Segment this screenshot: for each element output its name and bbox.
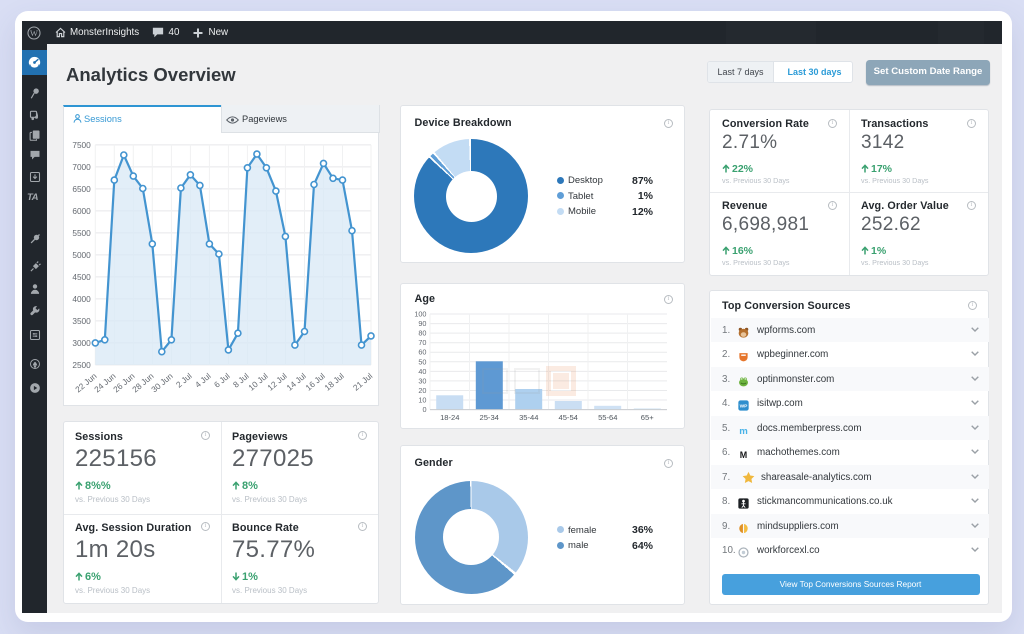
svg-text:21 Jul: 21 Jul xyxy=(351,370,375,392)
svg-text:7500: 7500 xyxy=(72,139,91,149)
svg-text:10: 10 xyxy=(418,396,426,405)
svg-text:10 Jul: 10 Jul xyxy=(246,370,270,392)
svg-text:5500: 5500 xyxy=(72,227,91,237)
svg-text:6000: 6000 xyxy=(72,205,91,215)
svg-text:3500: 3500 xyxy=(72,315,91,325)
svg-text:2500: 2500 xyxy=(72,359,91,369)
svg-text:4 Jul: 4 Jul xyxy=(193,370,213,389)
svg-text:90: 90 xyxy=(418,319,426,328)
svg-text:6 Jul: 6 Jul xyxy=(212,370,232,389)
svg-text:18-24: 18-24 xyxy=(440,413,459,422)
svg-text:35-44: 35-44 xyxy=(519,413,538,422)
svg-text:30: 30 xyxy=(418,376,426,385)
svg-text:7000: 7000 xyxy=(72,161,91,171)
svg-text:M: M xyxy=(740,450,747,460)
svg-text:0: 0 xyxy=(422,405,426,414)
svg-text:16 Jul: 16 Jul xyxy=(303,370,327,392)
svg-text:3000: 3000 xyxy=(72,337,91,347)
svg-text:14 Jul: 14 Jul xyxy=(284,370,308,392)
svg-text:70: 70 xyxy=(418,338,426,347)
svg-text:m: m xyxy=(739,425,748,435)
svg-text:25-34: 25-34 xyxy=(479,413,498,422)
svg-text:30 Jun: 30 Jun xyxy=(149,370,175,394)
svg-text:5000: 5000 xyxy=(72,249,91,259)
svg-text:20: 20 xyxy=(418,386,426,395)
svg-text:4000: 4000 xyxy=(72,293,91,303)
svg-text:50: 50 xyxy=(418,357,426,366)
svg-text:45-54: 45-54 xyxy=(558,413,577,422)
svg-text:60: 60 xyxy=(418,348,426,357)
svg-text:2 Jul: 2 Jul xyxy=(174,370,194,389)
svg-text:W: W xyxy=(30,28,38,37)
svg-text:18 Jul: 18 Jul xyxy=(322,370,346,392)
svg-text:4500: 4500 xyxy=(72,271,91,281)
svg-text:40: 40 xyxy=(418,367,426,376)
svg-text:12 Jul: 12 Jul xyxy=(265,370,289,392)
svg-text:80: 80 xyxy=(418,329,426,338)
svg-text:100: 100 xyxy=(414,310,426,319)
svg-text:65+: 65+ xyxy=(641,413,654,422)
svg-text:55-64: 55-64 xyxy=(598,413,617,422)
svg-text:6500: 6500 xyxy=(72,183,91,193)
svg-text:WP: WP xyxy=(740,404,749,410)
